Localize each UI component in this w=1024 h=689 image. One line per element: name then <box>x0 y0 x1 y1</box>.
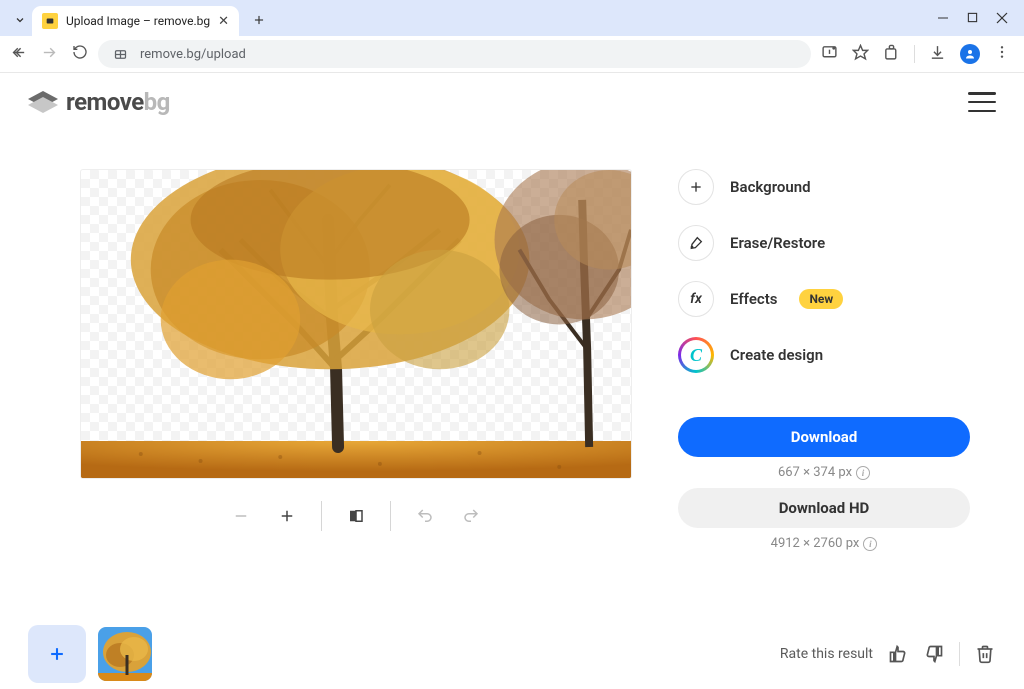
download-dimensions: 667 × 374 pxi <box>678 465 970 480</box>
minimize-button[interactable] <box>937 12 949 28</box>
compare-button[interactable] <box>344 504 368 528</box>
divider <box>321 501 322 531</box>
reload-button[interactable] <box>72 44 88 64</box>
maximize-button[interactable] <box>967 12 978 28</box>
tab-search-dropdown[interactable] <box>8 6 32 34</box>
delete-button[interactable] <box>974 643 996 665</box>
download-hd-dimensions: 4912 × 2760 pxi <box>678 536 970 551</box>
zoom-in-button[interactable] <box>275 504 299 528</box>
new-tab-button[interactable] <box>245 6 273 34</box>
favicon-icon <box>42 13 58 29</box>
effects-tool[interactable]: fx Effects New <box>678 281 970 317</box>
redo-button[interactable] <box>459 504 483 528</box>
new-badge: New <box>799 289 843 309</box>
logo-text: removebg <box>66 88 170 116</box>
plus-icon <box>678 169 714 205</box>
close-window-button[interactable] <box>996 12 1008 28</box>
create-design-tool[interactable]: C Create design <box>678 337 970 373</box>
bookmark-icon[interactable] <box>852 44 869 65</box>
add-image-button[interactable] <box>28 625 86 683</box>
image-preview[interactable] <box>80 169 632 479</box>
rate-label: Rate this result <box>780 646 873 662</box>
downloads-icon[interactable] <box>929 44 946 65</box>
thumbs-up-button[interactable] <box>887 643 909 665</box>
download-button[interactable]: Download <box>678 417 970 457</box>
bottom-bar: Rate this result <box>0 619 1024 689</box>
tool-label: Create design <box>730 346 823 364</box>
download-hd-button[interactable]: Download HD <box>678 488 970 528</box>
logo-icon <box>28 91 58 113</box>
erase-restore-tool[interactable]: Erase/Restore <box>678 225 970 261</box>
tool-label: Erase/Restore <box>730 234 825 252</box>
thumbs-down-button[interactable] <box>923 643 945 665</box>
info-icon[interactable]: i <box>863 537 877 551</box>
info-icon[interactable]: i <box>856 466 870 480</box>
browser-toolbar: remove.bg/upload <box>0 36 1024 73</box>
tab-close-icon[interactable]: ✕ <box>218 14 229 29</box>
browser-menu-icon[interactable] <box>994 44 1010 64</box>
preview-toolbar <box>80 501 632 531</box>
background-tool[interactable]: Background <box>678 169 970 205</box>
app-header: removebg <box>0 73 1024 131</box>
brush-icon <box>678 225 714 261</box>
image-thumbnail[interactable] <box>96 625 154 683</box>
back-button[interactable] <box>10 44 27 65</box>
tab-title: Upload Image – remove.bg <box>66 14 210 28</box>
logo[interactable]: removebg <box>28 88 170 116</box>
site-info-icon[interactable] <box>110 44 130 64</box>
window-controls <box>929 12 1016 36</box>
fx-icon: fx <box>678 281 714 317</box>
browser-titlebar: Upload Image – remove.bg ✕ <box>0 0 1024 36</box>
install-app-icon[interactable] <box>821 44 838 65</box>
result-image <box>81 170 631 479</box>
canva-icon: C <box>678 337 714 373</box>
profile-avatar[interactable] <box>960 44 980 64</box>
separator <box>914 45 915 63</box>
extensions-icon[interactable] <box>883 44 900 65</box>
undo-button[interactable] <box>413 504 437 528</box>
separator <box>959 642 960 666</box>
menu-button[interactable] <box>968 92 996 112</box>
address-bar[interactable]: remove.bg/upload <box>98 40 811 68</box>
zoom-out-button[interactable] <box>229 504 253 528</box>
browser-tab[interactable]: Upload Image – remove.bg ✕ <box>32 6 239 36</box>
tool-label: Background <box>730 178 811 196</box>
forward-button[interactable] <box>41 44 58 65</box>
divider <box>390 501 391 531</box>
url-text: remove.bg/upload <box>140 47 246 62</box>
tool-label: Effects <box>730 290 777 308</box>
